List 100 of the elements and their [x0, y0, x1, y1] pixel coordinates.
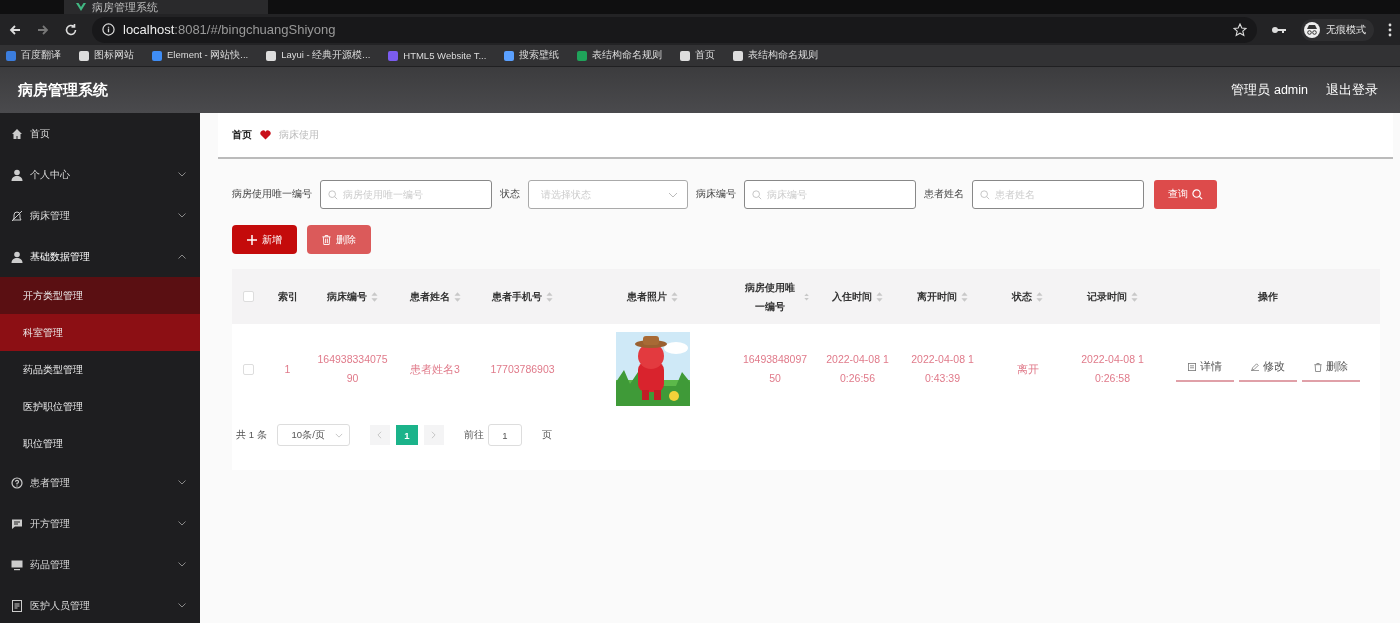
star-icon[interactable]: [1233, 22, 1247, 37]
detail-link[interactable]: 详情: [1175, 356, 1234, 382]
sort-icon[interactable]: [671, 291, 678, 302]
menu-item[interactable]: 患者管理: [0, 462, 200, 503]
bookmark[interactable]: 表结构命名规则: [577, 49, 663, 62]
home-icon: [11, 127, 23, 140]
address-field[interactable]: localhost:8081/#/bingchuangShiyong: [92, 16, 1257, 43]
bookmark[interactable]: 首页: [680, 49, 716, 62]
menu-item[interactable]: 药品管理: [0, 544, 200, 585]
row-checkbox[interactable]: [243, 363, 254, 375]
info-icon[interactable]: [102, 23, 115, 36]
document-icon: [11, 599, 23, 612]
key-icon[interactable]: [1271, 24, 1287, 35]
v-logo-icon: [76, 2, 86, 12]
chevron-left-icon: [377, 431, 383, 439]
column-header: 索引: [277, 290, 298, 304]
column-header: 操作: [1257, 290, 1278, 304]
table-cell-text: 2022-04-08 1 0:43:39: [910, 352, 975, 386]
sort-icon[interactable]: [453, 291, 461, 302]
sort-icon[interactable]: [876, 291, 883, 302]
table-cell-text: 2022-04-08 1 0:26:56: [825, 352, 890, 386]
submenu-item[interactable]: 开方类型管理: [0, 277, 200, 314]
table-cell-text: 患者姓名3: [410, 361, 460, 377]
pencil-icon: [1250, 363, 1259, 371]
page-suffix: 页: [541, 428, 552, 442]
trash-icon: [322, 234, 331, 245]
forward-icon[interactable]: [36, 22, 50, 37]
menu-item[interactable]: 医护人员管理: [0, 585, 200, 623]
chevron-down-icon: [668, 191, 678, 198]
menu-item[interactable]: 个人中心: [0, 154, 200, 195]
previous-page-button[interactable]: [369, 425, 390, 445]
document-icon: [1187, 363, 1196, 371]
breadcrumb-item[interactable]: 首页: [232, 128, 252, 142]
logout-link[interactable]: 退出登录: [1326, 81, 1378, 99]
back-icon[interactable]: [8, 22, 22, 37]
sort-icon[interactable]: [1131, 291, 1138, 302]
submenu-item[interactable]: 科室管理: [0, 314, 200, 351]
column-header[interactable]: 病房使用唯一编号: [741, 277, 800, 316]
column-header[interactable]: 记录时间: [1087, 287, 1127, 306]
incognito-profile-button[interactable]: 无痕模式: [1301, 18, 1374, 41]
user-label: 管理员 admin: [1231, 81, 1308, 99]
next-page-button[interactable]: [423, 425, 444, 445]
menu-item[interactable]: 开方管理: [0, 503, 200, 544]
bookmark[interactable]: Layui - 经典开源模...: [266, 49, 371, 62]
chevron-down-icon: [178, 562, 186, 567]
sort-icon[interactable]: [803, 291, 809, 302]
submenu-item[interactable]: 职位管理: [0, 425, 200, 462]
browser-tab[interactable]: 病房管理系统: [64, 0, 268, 14]
bookmark[interactable]: 图标网站: [79, 49, 134, 62]
total-count: 共 1 条: [236, 428, 267, 442]
search-icon: [1192, 188, 1203, 200]
select-all-checkbox[interactable]: [243, 291, 254, 302]
column-header[interactable]: 入住时间: [832, 287, 872, 306]
bookmark[interactable]: 表结构命名规则: [733, 49, 819, 62]
edit-link[interactable]: 修改: [1238, 356, 1297, 382]
chevron-down-icon: [334, 432, 343, 438]
filter-label: 状态: [500, 187, 520, 201]
column-header[interactable]: 患者手机号: [492, 287, 542, 306]
search-icon: [752, 189, 762, 200]
search-icon: [328, 189, 338, 200]
chevron-down-icon: [178, 172, 186, 177]
bookmark[interactable]: 搜索壁纸: [504, 49, 560, 62]
submenu-item[interactable]: 医护职位管理: [0, 388, 200, 425]
sort-icon[interactable]: [961, 291, 968, 302]
chevron-down-icon: [178, 480, 186, 485]
help-icon: [11, 476, 23, 489]
trash-icon: [1313, 362, 1322, 372]
chevron-down-icon: [178, 603, 186, 608]
app-title: 病房管理系统: [18, 80, 108, 100]
delete-button[interactable]: 删除: [307, 225, 371, 254]
add-button[interactable]: 新增: [232, 225, 297, 254]
column-header[interactable]: 患者姓名: [409, 287, 450, 306]
search-button[interactable]: 查询: [1154, 179, 1217, 209]
submenu-item[interactable]: 药品类型管理: [0, 351, 200, 388]
table-cell-text: 1: [284, 361, 291, 377]
bookmark[interactable]: 百度翻译: [6, 49, 61, 62]
page-field[interactable]: 1: [487, 424, 522, 446]
sort-icon[interactable]: [546, 291, 553, 302]
table-cell-text: 164938334075 90: [316, 352, 389, 386]
filter-label: 患者姓名: [924, 187, 964, 201]
column-header[interactable]: 患者照片: [627, 287, 667, 306]
menu-item[interactable]: 病床管理: [0, 195, 200, 236]
monitor-icon: [11, 558, 23, 571]
bookmark[interactable]: HTML5 Website T...: [388, 50, 487, 61]
incognito-icon: [1304, 21, 1320, 38]
bookmark[interactable]: Element - 网站快...: [152, 49, 249, 62]
delete-link[interactable]: 删除: [1301, 356, 1360, 382]
table-cell-text: 17703786903: [490, 361, 555, 377]
more-icon[interactable]: [1388, 22, 1392, 37]
column-header[interactable]: 离开时间: [917, 287, 957, 306]
plus-icon: [247, 234, 257, 245]
sort-icon[interactable]: [1036, 291, 1043, 302]
column-header[interactable]: 病床编号: [327, 287, 367, 306]
menu-item[interactable]: 基础数据管理: [0, 236, 200, 277]
chevron-down-icon: [178, 213, 186, 218]
menu-item[interactable]: 首页: [0, 113, 200, 154]
sort-icon[interactable]: [371, 291, 378, 302]
column-header[interactable]: 状态: [1012, 287, 1032, 306]
page-size-dropdown[interactable]: 10条/页: [276, 424, 350, 446]
reload-icon[interactable]: [64, 22, 78, 37]
